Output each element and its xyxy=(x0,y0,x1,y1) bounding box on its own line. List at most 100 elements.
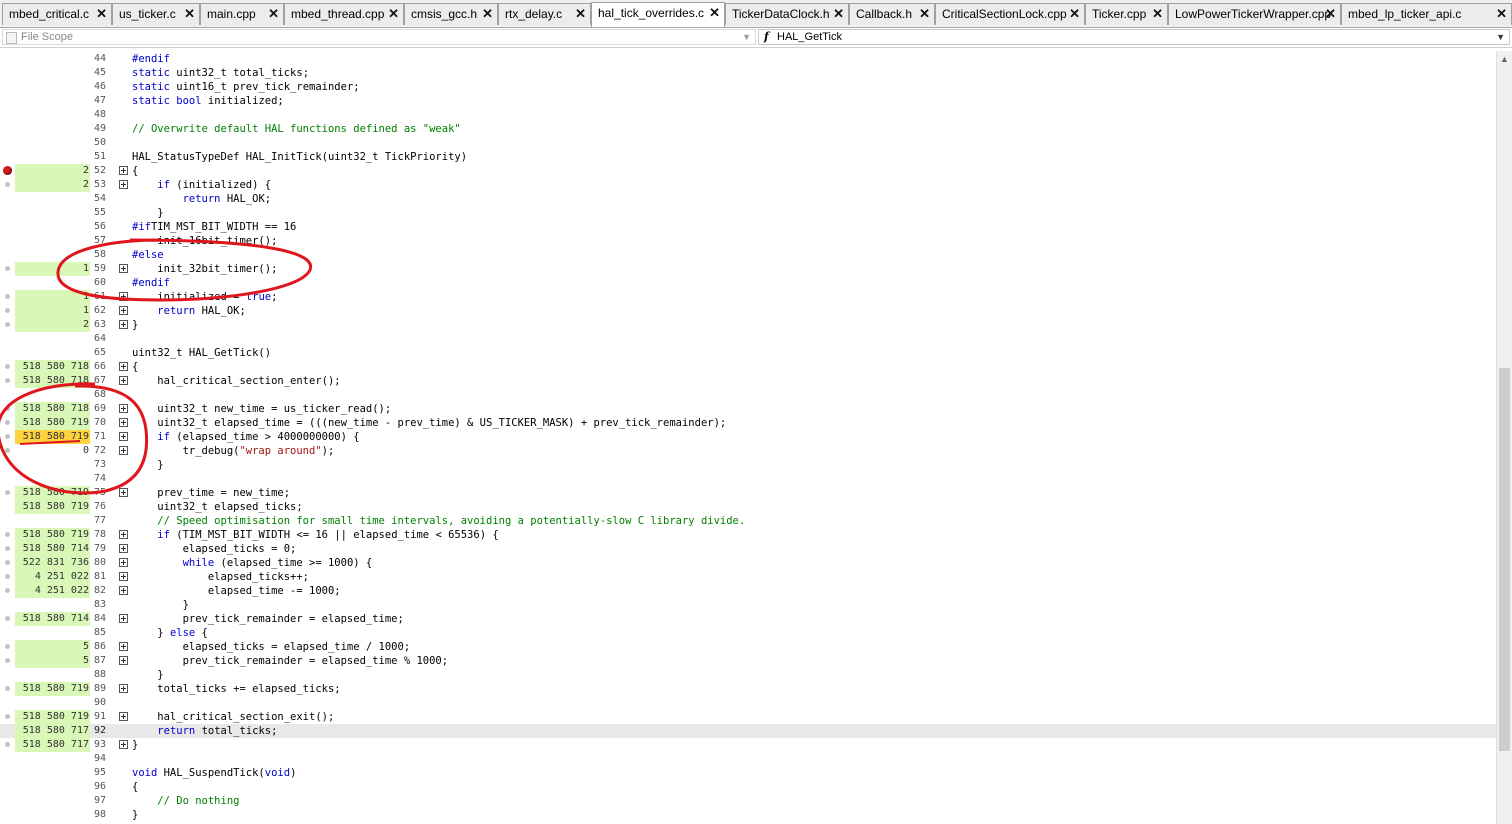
expand-icon[interactable] xyxy=(119,544,128,553)
code-line[interactable]: 518 580 719 71 if (elapsed_time > 4000000… xyxy=(0,430,1496,444)
close-icon[interactable]: ✕ xyxy=(388,4,399,24)
code-line[interactable]: 5 87 prev_tick_remainder = elapsed_time %… xyxy=(0,654,1496,668)
code-line[interactable]: 45 static uint32_t total_ticks; xyxy=(0,66,1496,80)
tab-lowpowertickerwrapper-cpp[interactable]: LowPowerTickerWrapper.cpp ✕ xyxy=(1168,3,1341,25)
code-line[interactable]: 2 63} xyxy=(0,318,1496,332)
close-icon[interactable]: ✕ xyxy=(919,4,930,24)
breakpoint-slot-icon[interactable] xyxy=(5,532,10,537)
expand-icon[interactable] xyxy=(119,558,128,567)
expand-icon[interactable] xyxy=(119,572,128,581)
code-line[interactable]: 518 580 719 91 hal_critical_section_exit(… xyxy=(0,710,1496,724)
code-line[interactable]: 49 // Overwrite default HAL functions def… xyxy=(0,122,1496,136)
expand-icon[interactable] xyxy=(119,320,128,329)
code-line[interactable]: 44 #endif xyxy=(0,52,1496,66)
tab-hal-tick-overrides-c[interactable]: hal_tick_overrides.c ✕ xyxy=(591,2,725,27)
close-icon[interactable]: ✕ xyxy=(268,4,279,24)
code-line[interactable]: 518 580 718 66 { xyxy=(0,360,1496,374)
close-icon[interactable]: ✕ xyxy=(184,4,195,24)
breakpoint-slot-icon[interactable] xyxy=(5,546,10,551)
breakpoint-slot-icon[interactable] xyxy=(5,420,10,425)
code-line[interactable]: 518 580 714 79 elapsed_ticks = 0; xyxy=(0,542,1496,556)
code-line[interactable]: 518 580 719 89 total_ticks += elapsed_tic… xyxy=(0,682,1496,696)
code-line[interactable]: 518 580 717 93} xyxy=(0,738,1496,752)
code-line[interactable]: 518 580 717 92 return total_ticks; xyxy=(0,724,1496,738)
code-line[interactable]: 518 580 719 75 prev_time = new_time; xyxy=(0,486,1496,500)
close-icon[interactable]: ✕ xyxy=(575,4,586,24)
tab-mbed-lp-ticker-api-c[interactable]: mbed_lp_ticker_api.c ✕ xyxy=(1341,3,1512,25)
code-line[interactable]: 50 xyxy=(0,136,1496,150)
breakpoint-slot-icon[interactable] xyxy=(5,448,10,453)
code-line[interactable]: 518 580 719 70 uint32_t elapsed_time = ((… xyxy=(0,416,1496,430)
code-line[interactable]: 74 xyxy=(0,472,1496,486)
breakpoint-icon[interactable] xyxy=(3,166,12,175)
expand-icon[interactable] xyxy=(119,432,128,441)
expand-icon[interactable] xyxy=(119,362,128,371)
expand-icon[interactable] xyxy=(119,292,128,301)
tab-callback-h[interactable]: Callback.h ✕ xyxy=(849,3,935,25)
code-line[interactable]: 4 251 022 82 elapsed_time -= 1000; xyxy=(0,584,1496,598)
breakpoint-slot-icon[interactable] xyxy=(5,378,10,383)
code-line[interactable]: 51 HAL_StatusTypeDef HAL_InitTick(uint32_… xyxy=(0,150,1496,164)
expand-icon[interactable] xyxy=(119,488,128,497)
breakpoint-slot-icon[interactable] xyxy=(5,406,10,411)
code-line[interactable]: 48 xyxy=(0,108,1496,122)
breakpoint-slot-icon[interactable] xyxy=(5,588,10,593)
tab-ticker-cpp[interactable]: Ticker.cpp ✕ xyxy=(1085,3,1168,25)
breakpoint-slot-icon[interactable] xyxy=(5,322,10,327)
breakpoint-slot-icon[interactable] xyxy=(5,364,10,369)
breakpoint-slot-icon[interactable] xyxy=(5,266,10,271)
close-icon[interactable]: ✕ xyxy=(1069,4,1080,24)
breakpoint-slot-icon[interactable] xyxy=(5,560,10,565)
code-line[interactable]: 65 uint32_t HAL_GetTick() xyxy=(0,346,1496,360)
code-line[interactable]: 55 } xyxy=(0,206,1496,220)
code-line[interactable]: 518 580 718 69 uint32_t new_time = us_tic… xyxy=(0,402,1496,416)
expand-icon[interactable] xyxy=(119,586,128,595)
breakpoint-slot-icon[interactable] xyxy=(5,294,10,299)
expand-icon[interactable] xyxy=(119,684,128,693)
code-line[interactable]: 56 #ifTIM_MST_BIT_WIDTH == 16 xyxy=(0,220,1496,234)
code-line[interactable]: 64 xyxy=(0,332,1496,346)
breakpoint-slot-icon[interactable] xyxy=(5,742,10,747)
code-line[interactable]: 96 { xyxy=(0,780,1496,794)
breakpoint-slot-icon[interactable] xyxy=(5,616,10,621)
expand-icon[interactable] xyxy=(119,376,128,385)
scroll-up-icon[interactable]: ▲ xyxy=(1500,54,1509,64)
tab-mbed-critical-c[interactable]: mbed_critical.c ✕ xyxy=(2,3,112,25)
expand-icon[interactable] xyxy=(119,712,128,721)
breakpoint-slot-icon[interactable] xyxy=(5,574,10,579)
close-icon[interactable]: ✕ xyxy=(1496,4,1507,24)
expand-icon[interactable] xyxy=(119,740,128,749)
tab-mbed-thread-cpp[interactable]: mbed_thread.cpp ✕ xyxy=(284,3,404,25)
tab-us-ticker-c[interactable]: us_ticker.c ✕ xyxy=(112,3,200,25)
expand-icon[interactable] xyxy=(119,166,128,175)
scrollbar-thumb[interactable] xyxy=(1499,368,1510,751)
breakpoint-slot-icon[interactable] xyxy=(5,714,10,719)
code-line[interactable]: 97 // Do nothing xyxy=(0,794,1496,808)
breakpoint-slot-icon[interactable] xyxy=(5,182,10,187)
vertical-scrollbar[interactable]: ▲ xyxy=(1496,51,1512,824)
breakpoint-slot-icon[interactable] xyxy=(5,434,10,439)
code-line[interactable]: 0 72 tr_debug("wrap around"); xyxy=(0,444,1496,458)
code-line[interactable]: 518 580 718 67 hal_critical_section_enter… xyxy=(0,374,1496,388)
tab-criticalsectionlock-cpp[interactable]: CriticalSectionLock.cpp ✕ xyxy=(935,3,1085,25)
code-line[interactable]: 73 } xyxy=(0,458,1496,472)
code-line[interactable]: 68 xyxy=(0,388,1496,402)
expand-icon[interactable] xyxy=(119,642,128,651)
tab-cmsis-gcc-h[interactable]: cmsis_gcc.h ✕ xyxy=(404,3,498,25)
scope-dropdown[interactable]: File Scope ▼ xyxy=(2,29,756,45)
close-icon[interactable]: ✕ xyxy=(709,3,720,23)
close-icon[interactable]: ✕ xyxy=(833,4,844,24)
code-line[interactable]: 54 return HAL_OK; xyxy=(0,192,1496,206)
code-line[interactable]: 60 #endif xyxy=(0,276,1496,290)
code-line[interactable]: 85 } else { xyxy=(0,626,1496,640)
code-line[interactable]: 90 xyxy=(0,696,1496,710)
close-icon[interactable]: ✕ xyxy=(1152,4,1163,24)
close-icon[interactable]: ✕ xyxy=(96,4,107,24)
code-line[interactable]: 4 251 022 81 elapsed_ticks++; xyxy=(0,570,1496,584)
expand-icon[interactable] xyxy=(119,418,128,427)
close-icon[interactable]: ✕ xyxy=(482,4,493,24)
code-line[interactable]: 518 580 719 78 if (TIM_MST_BIT_WIDTH <= 1… xyxy=(0,528,1496,542)
code-line[interactable]: 57 init_16bit_timer(); xyxy=(0,234,1496,248)
breakpoint-slot-icon[interactable] xyxy=(5,658,10,663)
breakpoint-slot-icon[interactable] xyxy=(5,308,10,313)
